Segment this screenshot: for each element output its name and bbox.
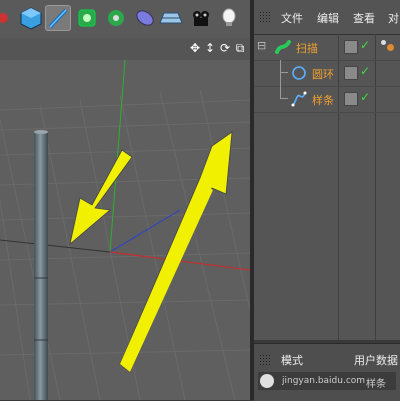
menu-edit[interactable]: 编辑 (317, 10, 339, 26)
object-row-circle[interactable]: 圆环 ✓ (254, 60, 400, 87)
deformer-icon[interactable] (103, 5, 129, 31)
menu-mode[interactable]: 模式 (281, 352, 303, 368)
spline-icon (291, 91, 307, 107)
menu-view[interactable]: 查看 (353, 10, 375, 26)
cube-icon[interactable] (18, 5, 44, 31)
annotation-arrows (69, 131, 233, 373)
menu-file[interactable]: 文件 (281, 10, 303, 26)
light-icon[interactable] (216, 5, 242, 31)
move-view-icon[interactable]: ✥ (189, 41, 201, 57)
visibility-toggle[interactable] (344, 66, 358, 80)
rotate-view-icon[interactable]: ⟳ (219, 41, 231, 57)
floor-icon[interactable] (158, 5, 184, 31)
pen-icon[interactable] (45, 5, 71, 31)
object-manager: 文件 编辑 查看 对 ⊟ 扫描 ✓ 圆环 ✓ 样条 ✓ (254, 0, 400, 340)
material-tag-icon[interactable] (387, 44, 394, 51)
object-name[interactable]: 样条 (312, 92, 334, 108)
capsule-icon[interactable] (132, 5, 158, 31)
collapse-toggle-icon[interactable]: ⊟ (257, 39, 266, 52)
sweep-icon (275, 40, 291, 54)
dolly-view-icon[interactable]: ↕ (204, 41, 216, 57)
main-toolbar (0, 0, 250, 39)
tag-dot (381, 40, 386, 45)
menu-object[interactable]: 对 (388, 10, 399, 26)
circle-spline-icon (292, 66, 306, 80)
menu-user-data[interactable]: 用户数据 (354, 352, 398, 368)
enabled-check-icon[interactable]: ✓ (360, 90, 370, 104)
3d-viewport[interactable]: ✥ ↕ ⟳ ⧉ (0, 38, 250, 400)
panel-grip-icon[interactable] (259, 11, 271, 23)
object-row-spline[interactable]: 样条 ✓ (254, 86, 400, 113)
visibility-toggle[interactable] (344, 92, 358, 106)
attribute-field[interactable]: jingyan.baidu.com 样条 (258, 372, 396, 390)
viewport-scene (0, 60, 250, 400)
viewport-header: ✥ ↕ ⟳ ⧉ (0, 38, 250, 60)
visibility-toggle[interactable] (344, 40, 358, 54)
attribute-manager: 模式 用户数据 jingyan.baidu.com 样条 (254, 343, 400, 401)
enabled-check-icon[interactable]: ✓ (360, 38, 370, 52)
arrow-1 (69, 149, 133, 246)
object-manager-menubar: 文件 编辑 查看 对 (254, 0, 400, 35)
paw-logo-icon (260, 374, 274, 388)
maximize-view-icon[interactable]: ⧉ (234, 41, 246, 57)
generator-icon[interactable] (74, 5, 100, 31)
object-name[interactable]: 扫描 (296, 40, 318, 56)
field-value: 样条 (366, 379, 386, 390)
viewport-nav-icons: ✥ ↕ ⟳ ⧉ (189, 41, 246, 57)
enabled-check-icon[interactable]: ✓ (360, 64, 370, 78)
object-row-sweep[interactable]: ⊟ 扫描 ✓ (254, 34, 400, 61)
sweep-pole (34, 132, 48, 400)
camera-icon[interactable] (188, 5, 214, 31)
watermark-text: jingyan.baidu.com (282, 376, 366, 386)
object-name[interactable]: 圆环 (312, 66, 334, 82)
panel-grip-icon[interactable] (259, 354, 271, 366)
